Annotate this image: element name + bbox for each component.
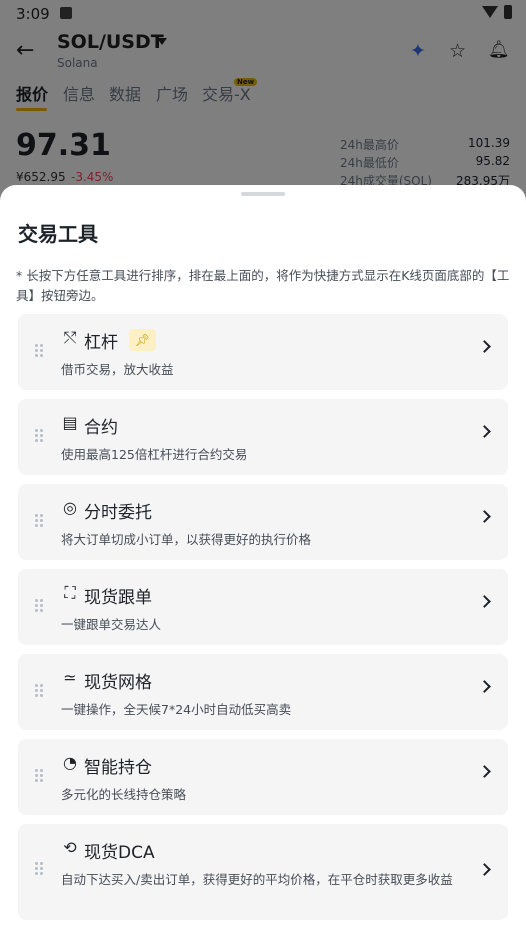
tool-item-dca[interactable]: ⟲ 现货DCA 自动下达买入/卖出订单，获得更好的平均价格，在平仓时获取更多收益	[18, 824, 508, 920]
chevron-right-icon	[478, 425, 491, 438]
screen: 3:09 ← SOL/USDT Solana ✦ ☆ 🔔︎ 报价 信息 数据 广…	[0, 0, 526, 936]
trading-tools-sheet: 交易工具 * 长按下方任意工具进行排序，排在最上面的，将作为快捷方式显示在K线页…	[0, 185, 526, 936]
tool-desc: 一键操作，全天候7*24小时自动低买高卖	[61, 702, 292, 717]
pie-icon: ◔	[63, 753, 77, 772]
chevron-right-icon	[478, 680, 491, 693]
tool-desc: 使用最高125倍杠杆进行合约交易	[61, 447, 248, 462]
sort-hint: * 长按下方任意工具进行排序，排在最上面的，将作为快捷方式显示在K线页面底部的【…	[16, 268, 510, 303]
grid-icon: ≃	[63, 668, 77, 687]
tool-name: 智能持仓	[84, 758, 152, 778]
drag-handle-icon[interactable]	[35, 862, 43, 875]
tool-item-futures[interactable]: ▤ 合约 使用最高125倍杠杆进行合约交易	[18, 399, 508, 475]
drag-handle-icon[interactable]	[35, 684, 43, 697]
leverage-icon: ⤲	[63, 328, 77, 347]
tool-name: 现货DCA	[84, 843, 155, 863]
chevron-right-icon	[478, 765, 491, 778]
chevron-right-icon	[478, 595, 491, 608]
futures-icon: ▤	[62, 413, 78, 432]
drag-handle-icon[interactable]	[35, 514, 43, 527]
tool-desc: 自动下达买入/卖出订单，获得更好的平均价格，在平仓时获取更多收益	[61, 872, 453, 887]
tool-name: 合约	[84, 418, 118, 438]
tool-desc: 一键跟单交易达人	[61, 617, 162, 632]
chevron-right-icon	[478, 340, 491, 353]
tool-name: 分时委托	[84, 503, 152, 523]
tool-item-copy-trading[interactable]: ⛶ 现货跟单 一键跟单交易达人	[18, 569, 508, 645]
drag-handle-icon[interactable]	[35, 599, 43, 612]
tool-item-leverage[interactable]: ⤲ 杠杆 📌︎ 借币交易，放大收益	[18, 314, 508, 390]
tool-desc: 借币交易，放大收益	[61, 362, 174, 377]
copy-trading-icon: ⛶	[64, 583, 76, 602]
pin-icon[interactable]: 📌︎	[129, 329, 156, 351]
chevron-right-icon	[478, 510, 491, 523]
sheet-grabber[interactable]	[241, 192, 285, 196]
tool-name: 现货跟单	[84, 588, 152, 608]
tool-desc: 将大订单切成小订单，以获得更好的执行价格	[61, 532, 312, 547]
tool-item-twap[interactable]: ◎ 分时委托 将大订单切成小订单，以获得更好的执行价格	[18, 484, 508, 560]
chevron-right-icon	[478, 863, 491, 876]
drag-handle-icon[interactable]	[35, 344, 43, 357]
tool-name: 杠杆	[84, 333, 118, 353]
twap-icon: ◎	[63, 498, 77, 517]
tools-list: ⤲ 杠杆 📌︎ 借币交易，放大收益 ▤ 合约 使用最高125倍杠杆进行合约交易 …	[18, 314, 508, 929]
sheet-title: 交易工具	[18, 222, 98, 246]
tool-name: 现货网格	[84, 673, 152, 693]
tool-desc: 多元化的长线持仓策略	[61, 787, 187, 802]
dca-icon: ⟲	[63, 838, 77, 857]
tool-item-smart-position[interactable]: ◔ 智能持仓 多元化的长线持仓策略	[18, 739, 508, 815]
tool-item-grid[interactable]: ≃ 现货网格 一键操作，全天候7*24小时自动低买高卖	[18, 654, 508, 730]
drag-handle-icon[interactable]	[35, 769, 43, 782]
drag-handle-icon[interactable]	[35, 429, 43, 442]
